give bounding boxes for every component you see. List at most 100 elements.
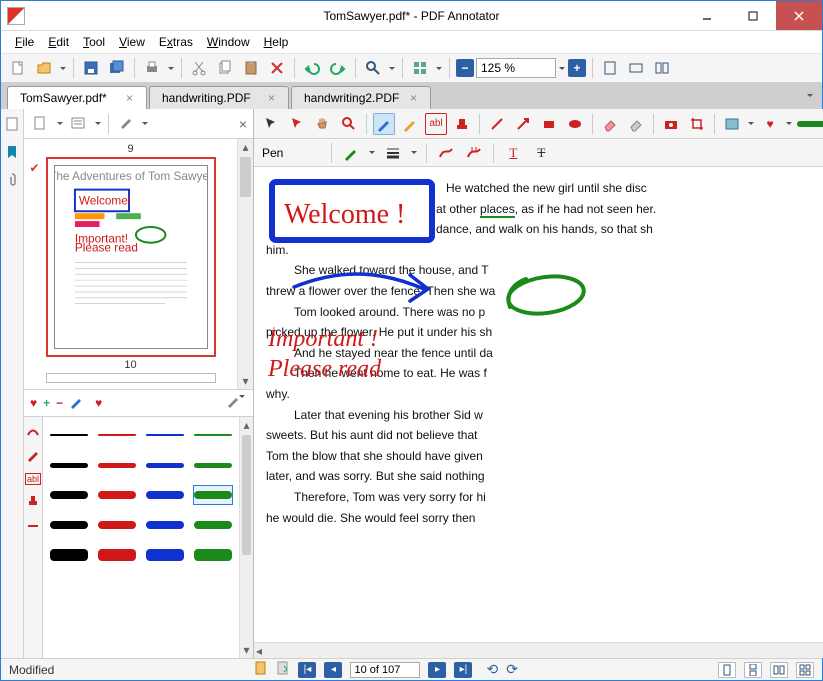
scroll-down-icon[interactable]: ▾ [238, 373, 253, 389]
favorite-dropdown[interactable] [785, 119, 793, 128]
tab-close-icon[interactable]: × [268, 91, 282, 105]
menu-view[interactable]: View [113, 33, 151, 51]
tab-0[interactable]: TomSawyer.pdf*× [7, 86, 147, 109]
doc-hscrollbar[interactable]: ◂ ▸ [254, 642, 823, 658]
swatch-green-thick[interactable] [193, 485, 233, 505]
status-export-icon[interactable] [276, 661, 290, 678]
text-tool[interactable]: abl [425, 113, 447, 135]
nav-prev-button[interactable]: ◂ [324, 662, 342, 678]
swatch-red-thick[interactable] [97, 515, 137, 535]
open-button[interactable] [33, 57, 55, 79]
scroll-up-icon[interactable]: ▴ [240, 417, 253, 433]
zoom-tool[interactable] [338, 113, 360, 135]
eraser2-tool[interactable] [625, 113, 647, 135]
status-doc-icon[interactable] [254, 661, 268, 678]
side-settings-icon[interactable] [115, 113, 137, 135]
menu-window[interactable]: Window [201, 33, 256, 51]
swatch-red-thick[interactable] [97, 485, 137, 505]
nav-back-button[interactable]: ⟲ [486, 661, 498, 678]
swatch-green-thick[interactable] [193, 515, 233, 535]
fav-settings-button[interactable] [225, 395, 247, 412]
stamp-tool[interactable] [451, 113, 473, 135]
rail-pages-icon[interactable] [1, 113, 23, 135]
nav-forward-button[interactable]: ⟳ [506, 661, 518, 678]
page-content[interactable]: He watched the new girl until she disc a… [254, 167, 823, 642]
view-grid-button[interactable] [796, 662, 814, 678]
pen-width-dropdown[interactable] [410, 148, 418, 157]
nav-last-button[interactable]: ▸| [454, 662, 472, 678]
undo-button[interactable] [301, 57, 323, 79]
layers-button[interactable] [409, 57, 431, 79]
tab-overflow-button[interactable] [802, 87, 818, 103]
menu-tool[interactable]: Tool [77, 33, 111, 51]
page-thumbnail-next[interactable] [46, 373, 216, 383]
favorite-tool[interactable]: ♥ [759, 113, 781, 135]
eraser-tool[interactable] [599, 113, 621, 135]
redo-button[interactable] [327, 57, 349, 79]
page-thumbnail[interactable]: The Adventures of Tom Sawyer Welcome! Im… [46, 157, 216, 357]
find-button[interactable] [362, 57, 384, 79]
pen-tool[interactable] [373, 113, 395, 135]
arrow-tool[interactable] [512, 113, 534, 135]
swatch-black-thick[interactable] [49, 515, 89, 535]
view-continuous-button[interactable] [744, 662, 762, 678]
pen-color-button[interactable] [340, 142, 362, 164]
crop-tool[interactable] [686, 113, 708, 135]
pen-width-button[interactable] [382, 142, 404, 164]
fitpage-button[interactable] [599, 57, 621, 79]
twopage-button[interactable] [651, 57, 673, 79]
menu-file[interactable]: File [9, 33, 40, 51]
swatch-blue-thick[interactable] [145, 485, 185, 505]
pressure-button[interactable] [463, 142, 485, 164]
image-dropdown[interactable] [747, 119, 755, 128]
favrail-tab-1[interactable] [26, 423, 40, 440]
close-button[interactable] [776, 1, 822, 30]
zoom-dropdown[interactable] [558, 64, 566, 73]
nav-next-button[interactable]: ▸ [428, 662, 446, 678]
scroll-thumb[interactable] [242, 435, 251, 555]
favrail-tab-2[interactable] [26, 448, 40, 465]
edit-fav-button[interactable] [69, 395, 83, 412]
lasso-tool[interactable] [286, 113, 308, 135]
cut-button[interactable] [188, 57, 210, 79]
side-close-button[interactable]: × [239, 116, 247, 132]
open-dropdown[interactable] [59, 64, 67, 73]
swatch-red-thin[interactable] [97, 425, 137, 445]
scroll-down-icon[interactable]: ▾ [240, 642, 253, 658]
swatch-blue-thin[interactable] [145, 425, 185, 445]
fav-scrollbar[interactable]: ▴ ▾ [239, 417, 253, 658]
saveall-button[interactable] [106, 57, 128, 79]
favrail-tab-5[interactable] [26, 518, 40, 535]
swatch-blue-thick[interactable] [145, 545, 185, 565]
save-button[interactable] [80, 57, 102, 79]
swatch-black-thin[interactable] [49, 425, 89, 445]
side-settings-dropdown[interactable] [141, 119, 149, 128]
favrail-tab-3[interactable]: abl [25, 473, 41, 485]
find-dropdown[interactable] [388, 64, 396, 73]
scroll-left-icon[interactable]: ◂ [256, 644, 262, 658]
tab-1[interactable]: handwriting.PDF× [149, 86, 289, 109]
rail-attachments-icon[interactable] [1, 169, 23, 191]
zoom-field[interactable] [476, 58, 556, 78]
minimize-button[interactable] [684, 1, 730, 30]
ellipse-tool[interactable] [564, 113, 586, 135]
favrail-tab-4[interactable] [26, 493, 40, 510]
scroll-up-icon[interactable]: ▴ [238, 139, 253, 155]
tab-2[interactable]: handwriting2.PDF× [291, 86, 431, 109]
swatch-black-thick[interactable] [49, 545, 89, 565]
rect-tool[interactable] [538, 113, 560, 135]
print-dropdown[interactable] [167, 64, 175, 73]
tab-close-icon[interactable]: × [126, 91, 140, 105]
maximize-button[interactable] [730, 1, 776, 30]
paste-button[interactable] [240, 57, 262, 79]
snapshot-tool[interactable] [660, 113, 682, 135]
view-single-button[interactable] [718, 662, 736, 678]
swatch-green-thick[interactable] [193, 545, 233, 565]
smooth-button[interactable] [435, 142, 457, 164]
side-list-dropdown[interactable] [94, 119, 102, 128]
scroll-thumb[interactable] [240, 157, 251, 197]
menu-help[interactable]: Help [258, 33, 295, 51]
pan-tool[interactable] [312, 113, 334, 135]
layers-dropdown[interactable] [435, 64, 443, 73]
select-tool[interactable] [260, 113, 282, 135]
